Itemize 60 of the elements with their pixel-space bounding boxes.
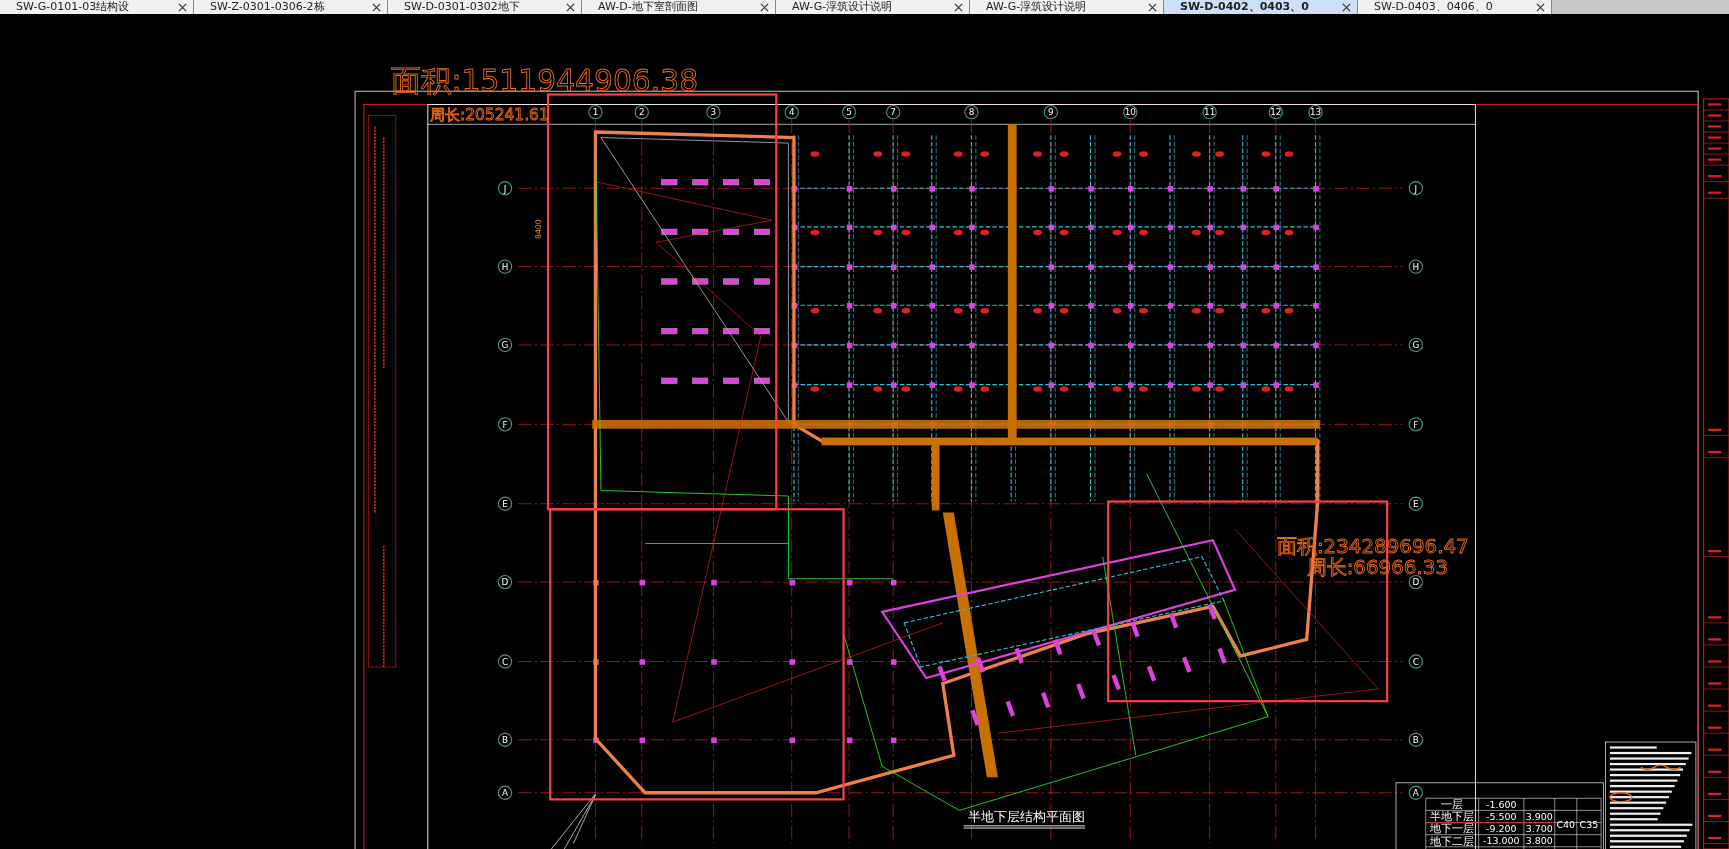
document-tab[interactable]: AW-G-浮筑设计说明: [776, 0, 970, 14]
axis-bubble: 1: [588, 105, 603, 120]
table-cell: -13.000: [1483, 835, 1520, 847]
axis-bubble: 8: [964, 105, 979, 120]
axis-bubble: 11: [1202, 105, 1217, 120]
axis-bubble: C: [1408, 654, 1423, 669]
table-cell: -5.500: [1486, 810, 1517, 822]
axis-bubble: B: [497, 732, 513, 747]
table-cell: C40: [1556, 819, 1576, 831]
document-tab[interactable]: SW-D-0402、0403、0: [1164, 0, 1358, 14]
table-cell: -1.600: [1486, 798, 1517, 810]
axis-bubble: A: [497, 785, 513, 800]
axis-bubble: F: [497, 417, 513, 432]
close-icon[interactable]: [372, 2, 381, 12]
drawing-title: 半地下层结构平面图: [968, 809, 1086, 825]
axis-bubble: G: [1408, 337, 1423, 353]
axis-bubble: A: [1408, 785, 1423, 800]
table-cell: 3.900: [1525, 810, 1553, 822]
close-icon[interactable]: [1148, 2, 1157, 12]
table-cell: 半地下层: [1430, 810, 1475, 824]
axis-bubble: 9: [1043, 105, 1058, 120]
axis-bubble: 10: [1123, 105, 1138, 120]
axis-bubble: J: [1408, 181, 1423, 196]
axis-bubble: 7: [886, 105, 901, 120]
axis-bubble: B: [1408, 732, 1423, 747]
axis-bubble: D: [497, 574, 513, 590]
axis-bubble: E: [497, 496, 513, 511]
document-tab[interactable]: SW-Z-0301-0306-2栋: [194, 0, 388, 14]
document-tab[interactable]: SW-D-0403、0406、0: [1358, 0, 1552, 14]
area-label: 面积:1511944906.38: [391, 63, 699, 99]
close-icon[interactable]: [178, 2, 187, 12]
table-cell: C35: [1579, 819, 1599, 831]
axis-bubble: C: [497, 654, 513, 669]
table-cell: 3.700: [1525, 822, 1553, 834]
axis-bubble: H: [1408, 259, 1423, 274]
table-cell: 3.800: [1525, 835, 1553, 847]
document-tab[interactable]: SW-D-0301-0302地下: [388, 0, 582, 14]
close-icon[interactable]: [954, 2, 963, 12]
document-tab[interactable]: AW-D-地下室剖面图: [582, 0, 776, 14]
table-cell: 地下一层: [1430, 822, 1475, 836]
close-icon[interactable]: [566, 2, 575, 12]
axis-bubble: E: [1408, 496, 1423, 511]
axis-bubble: 2: [634, 105, 649, 120]
close-icon[interactable]: [1342, 2, 1351, 12]
axis-bubble: G: [497, 337, 513, 353]
close-icon[interactable]: [1536, 2, 1545, 12]
axis-bubble: 12: [1268, 105, 1283, 120]
axis-bubble: F: [1408, 417, 1423, 432]
table-cell: 一层: [1441, 798, 1464, 812]
axis-bubble: 4: [784, 105, 799, 120]
document-tab[interactable]: AW-G-浮筑设计说明: [970, 0, 1164, 14]
axis-bubble: 5: [841, 105, 857, 120]
axis-bubble: 3: [706, 105, 721, 120]
axis-bubble: H: [497, 259, 513, 274]
axis-bubble: J: [497, 181, 513, 196]
axis-bubble: 13: [1308, 105, 1323, 120]
document-tab[interactable]: SW-G-0101-03结构设: [0, 0, 194, 14]
table-cell: -9.200: [1486, 822, 1517, 834]
table-cell: 地下二层: [1430, 834, 1475, 848]
close-icon[interactable]: [760, 2, 769, 12]
